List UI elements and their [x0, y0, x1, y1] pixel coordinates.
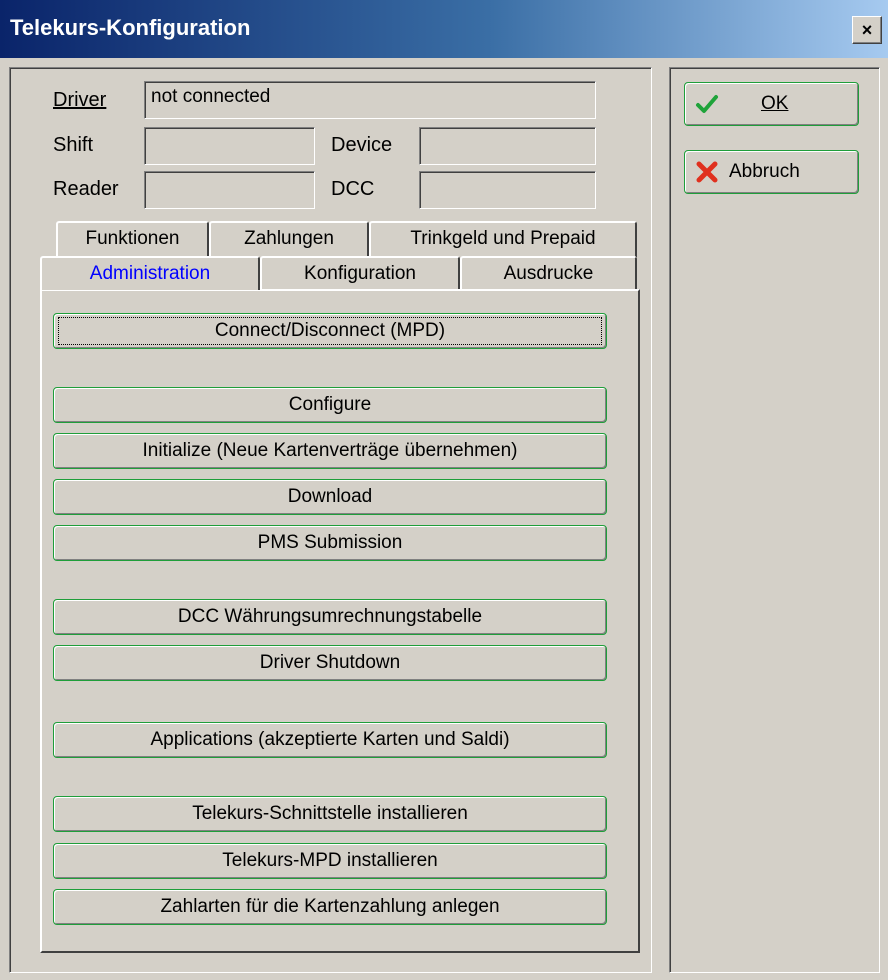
cancel-label: Abbruch [729, 161, 800, 182]
driver-shutdown-button[interactable]: Driver Shutdown [53, 645, 607, 681]
tab-ausdrucke[interactable]: Ausdrucke [460, 256, 637, 292]
shift-label: Shift [53, 134, 94, 156]
ok-label: OK [761, 93, 789, 114]
device-label: Device [331, 134, 393, 156]
close-icon: × [861, 20, 873, 40]
x-icon [696, 161, 718, 183]
telekurs-config-window: Telekurs-Konfiguration × Driver not conn… [0, 0, 888, 980]
close-button[interactable]: × [852, 16, 882, 44]
cancel-button[interactable]: Abbruch [684, 150, 859, 194]
reader-field [144, 171, 315, 209]
applications-button[interactable]: Applications (akzeptierte Karten und Sal… [53, 722, 607, 758]
title-bar[interactable]: Telekurs-Konfiguration × [0, 0, 888, 58]
driver-label: Driver [53, 89, 106, 112]
tab-administration[interactable]: Administration [40, 256, 260, 290]
install-telekurs-interface-button[interactable]: Telekurs-Schnittstelle installieren [53, 796, 607, 832]
dcc-label: DCC [331, 178, 375, 200]
button-panel [669, 67, 880, 973]
tab-trinkgeld-prepaid[interactable]: Trinkgeld und Prepaid [369, 221, 637, 257]
ok-button[interactable]: OK [684, 82, 859, 126]
configure-button[interactable]: Configure [53, 387, 607, 423]
initialize-button[interactable]: Initialize (Neue Kartenverträge übernehm… [53, 433, 607, 469]
create-payment-types-button[interactable]: Zahlarten für die Kartenzahlung anlegen [53, 889, 607, 925]
dcc-currency-table-button[interactable]: DCC Währungsumrechnungstabelle [53, 599, 607, 635]
pms-submission-button[interactable]: PMS Submission [53, 525, 607, 561]
device-field [419, 127, 596, 165]
check-icon [696, 95, 718, 113]
tab-funktionen[interactable]: Funktionen [56, 221, 209, 257]
driver-label-accel: Driver [53, 89, 107, 111]
shift-field [144, 127, 315, 165]
download-button[interactable]: Download [53, 479, 607, 515]
tab-zahlungen[interactable]: Zahlungen [209, 221, 369, 257]
driver-field: not connected [144, 81, 596, 119]
reader-label: Reader [53, 178, 119, 200]
window-title: Telekurs-Konfiguration [10, 15, 251, 40]
tab-konfiguration[interactable]: Konfiguration [260, 256, 460, 292]
install-telekurs-mpd-button[interactable]: Telekurs-MPD installieren [53, 843, 607, 879]
dcc-field [419, 171, 596, 209]
connect-disconnect-button[interactable]: Connect/Disconnect (MPD) [53, 313, 607, 349]
